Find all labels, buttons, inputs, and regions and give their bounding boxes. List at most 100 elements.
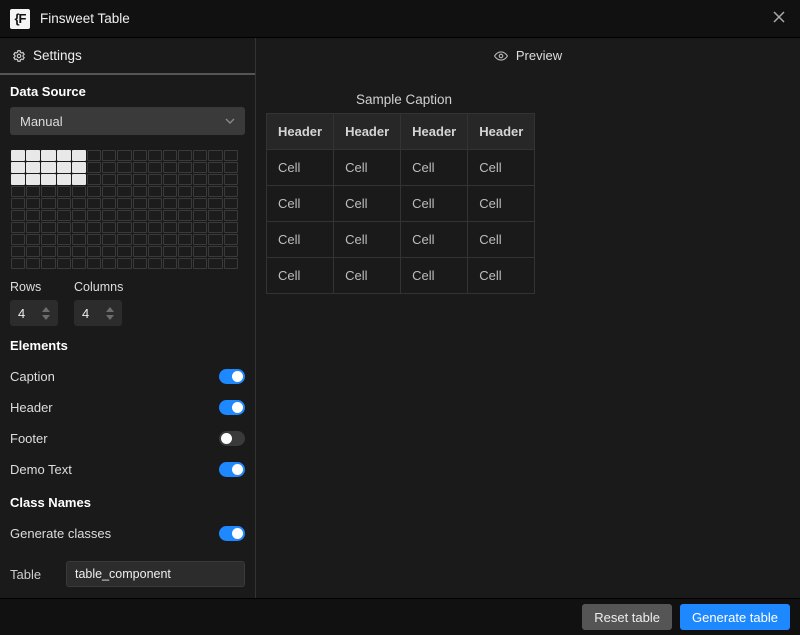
grid-cell[interactable] [117,150,131,161]
grid-cell[interactable] [148,198,162,209]
grid-cell[interactable] [57,198,71,209]
grid-cell[interactable] [102,210,116,221]
grid-cell[interactable] [26,222,40,233]
grid-cell[interactable] [193,222,207,233]
grid-cell[interactable] [102,234,116,245]
grid-cell[interactable] [102,246,116,257]
grid-cell[interactable] [193,186,207,197]
grid-cell[interactable] [72,222,86,233]
grid-cell[interactable] [133,246,147,257]
grid-cell[interactable] [26,234,40,245]
grid-cell[interactable] [117,210,131,221]
grid-cell[interactable] [178,150,192,161]
grid-cell[interactable] [208,222,222,233]
grid-cell[interactable] [163,210,177,221]
grid-cell[interactable] [26,198,40,209]
grid-cell[interactable] [41,162,55,173]
grid-cell[interactable] [41,222,55,233]
grid-cell[interactable] [178,222,192,233]
grid-cell[interactable] [87,162,101,173]
grid-cell[interactable] [26,162,40,173]
grid-cell[interactable] [26,210,40,221]
stepper-up-icon[interactable] [106,307,114,313]
grid-cell[interactable] [102,174,116,185]
data-source-select[interactable]: Manual [10,107,245,135]
grid-cell[interactable] [148,150,162,161]
grid-cell[interactable] [57,234,71,245]
stepper-up-icon[interactable] [42,307,50,313]
grid-cell[interactable] [102,162,116,173]
grid-cell[interactable] [117,174,131,185]
grid-cell[interactable] [87,186,101,197]
grid-cell[interactable] [193,258,207,269]
element-toggle-footer[interactable] [219,431,245,446]
grid-cell[interactable] [87,234,101,245]
grid-cell[interactable] [11,234,25,245]
grid-cell[interactable] [224,210,238,221]
grid-cell[interactable] [57,150,71,161]
grid-cell[interactable] [72,162,86,173]
grid-cell[interactable] [11,210,25,221]
grid-cell[interactable] [87,174,101,185]
grid-cell[interactable] [224,198,238,209]
table-size-picker[interactable] [10,149,239,270]
table-class-input[interactable] [66,561,245,587]
grid-cell[interactable] [57,210,71,221]
grid-cell[interactable] [148,162,162,173]
grid-cell[interactable] [11,222,25,233]
grid-cell[interactable] [117,186,131,197]
grid-cell[interactable] [26,246,40,257]
grid-cell[interactable] [178,234,192,245]
grid-cell[interactable] [163,234,177,245]
rows-stepper[interactable]: 4 [10,300,58,326]
grid-cell[interactable] [163,246,177,257]
grid-cell[interactable] [163,198,177,209]
grid-cell[interactable] [117,246,131,257]
stepper-down-icon[interactable] [42,314,50,320]
element-toggle-header[interactable] [219,400,245,415]
grid-cell[interactable] [26,186,40,197]
generate-classes-toggle[interactable] [219,526,245,541]
grid-cell[interactable] [117,162,131,173]
grid-cell[interactable] [193,174,207,185]
grid-cell[interactable] [178,162,192,173]
grid-cell[interactable] [148,258,162,269]
grid-cell[interactable] [224,246,238,257]
grid-cell[interactable] [178,246,192,257]
grid-cell[interactable] [133,162,147,173]
grid-cell[interactable] [11,150,25,161]
grid-cell[interactable] [133,198,147,209]
grid-cell[interactable] [224,150,238,161]
grid-cell[interactable] [178,198,192,209]
grid-cell[interactable] [163,222,177,233]
grid-cell[interactable] [208,246,222,257]
grid-cell[interactable] [208,210,222,221]
grid-cell[interactable] [224,258,238,269]
grid-cell[interactable] [117,258,131,269]
grid-cell[interactable] [117,222,131,233]
grid-cell[interactable] [11,186,25,197]
grid-cell[interactable] [224,234,238,245]
grid-cell[interactable] [87,222,101,233]
grid-cell[interactable] [117,234,131,245]
tab-settings[interactable]: Settings [0,38,255,75]
grid-cell[interactable] [208,174,222,185]
grid-cell[interactable] [133,174,147,185]
grid-cell[interactable] [148,174,162,185]
grid-cell[interactable] [41,174,55,185]
grid-cell[interactable] [87,198,101,209]
grid-cell[interactable] [87,258,101,269]
grid-cell[interactable] [224,186,238,197]
grid-cell[interactable] [133,222,147,233]
grid-cell[interactable] [193,210,207,221]
grid-cell[interactable] [148,222,162,233]
grid-cell[interactable] [26,174,40,185]
grid-cell[interactable] [41,186,55,197]
grid-cell[interactable] [72,258,86,269]
grid-cell[interactable] [208,186,222,197]
grid-cell[interactable] [224,162,238,173]
grid-cell[interactable] [133,258,147,269]
grid-cell[interactable] [102,150,116,161]
grid-cell[interactable] [178,210,192,221]
columns-stepper[interactable]: 4 [74,300,122,326]
